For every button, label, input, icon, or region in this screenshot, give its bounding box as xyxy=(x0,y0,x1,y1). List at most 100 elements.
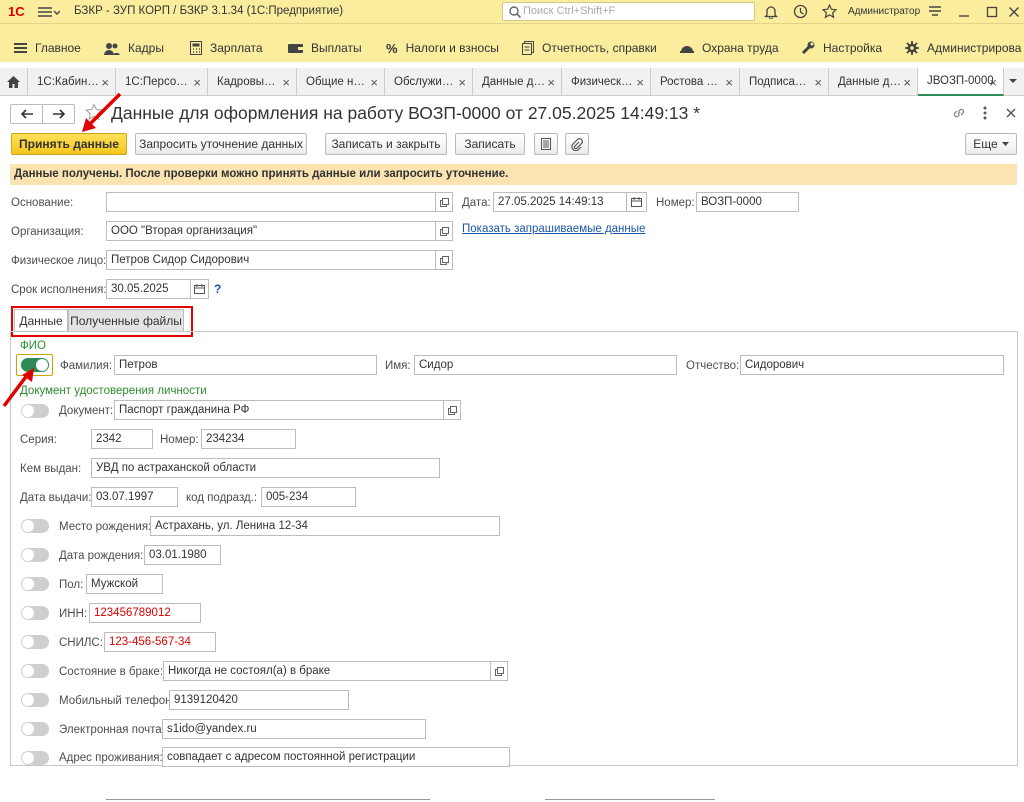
close-tab-icon[interactable]: × xyxy=(725,75,733,90)
more-actions-icon[interactable] xyxy=(983,106,987,120)
print-button[interactable] xyxy=(534,133,558,155)
window-tab[interactable]: Данные д… × xyxy=(829,68,918,96)
close-form-icon[interactable] xyxy=(1006,108,1016,118)
window-tab[interactable]: 1С:Персо… × xyxy=(116,68,208,96)
menu-item-main[interactable]: Главное xyxy=(14,40,81,56)
address-field[interactable]: совпадает с адресом постоянной регистрац… xyxy=(162,747,510,767)
close-tab-icon[interactable]: × xyxy=(101,75,109,90)
inn-field[interactable]: 123456789012 xyxy=(89,603,201,623)
menu-item-taxes[interactable]: % Налоги и взносы xyxy=(386,40,499,56)
save-and-close-button[interactable]: Записать и закрыть xyxy=(325,133,447,155)
close-tab-icon[interactable]: × xyxy=(903,75,911,90)
id-document-accept-toggle[interactable] xyxy=(21,404,49,418)
person-field[interactable]: Петров Сидор Сидорович xyxy=(106,250,436,270)
email-field[interactable]: s1ido@yandex.ru xyxy=(162,719,426,739)
sex-field[interactable]: Мужской xyxy=(86,574,163,594)
maximize-icon[interactable] xyxy=(986,6,998,18)
snils-field[interactable]: 123-456-567-34 xyxy=(104,632,216,652)
menu-item-settings[interactable]: Настройка xyxy=(801,40,882,56)
birthplace-accept-toggle[interactable] xyxy=(21,519,49,533)
marital-accept-toggle[interactable] xyxy=(21,664,49,678)
main-menu-icon[interactable] xyxy=(38,5,60,19)
birthdate-field[interactable]: 03.01.1980 xyxy=(144,545,221,565)
doc-number-field[interactable]: 234234 xyxy=(201,429,296,449)
name-field[interactable]: Сидор xyxy=(414,355,677,375)
menu-item-salary[interactable]: Зарплата xyxy=(190,40,263,56)
issued-by-field[interactable]: УВД по астраханской области xyxy=(91,458,440,478)
due-date-picker-button[interactable] xyxy=(191,279,209,299)
window-tab[interactable]: Ростова … × xyxy=(651,68,740,96)
settings-menu-icon[interactable] xyxy=(928,4,942,18)
close-tab-icon[interactable]: × xyxy=(547,75,555,90)
open-organization-button[interactable] xyxy=(436,221,453,241)
open-basis-button[interactable] xyxy=(436,192,453,212)
due-date-field[interactable]: 30.05.2025 xyxy=(106,279,191,299)
close-tab-icon[interactable]: × xyxy=(814,75,822,90)
surname-field[interactable]: Петров xyxy=(114,355,377,375)
attach-files-button[interactable] xyxy=(565,133,589,155)
window-tab-active[interactable]: ЈВОЗП-0000 × xyxy=(918,68,1004,96)
marital-status-field[interactable]: Никогда не состоял(а) в браке xyxy=(163,661,491,681)
open-marital-status-button[interactable] xyxy=(491,661,508,681)
save-button[interactable]: Записать xyxy=(455,133,525,155)
link-icon[interactable] xyxy=(952,106,966,120)
minimize-icon[interactable] xyxy=(958,6,970,18)
window-tab[interactable]: Подписа… × xyxy=(740,68,829,96)
window-tab[interactable]: Физическ… × xyxy=(562,68,651,96)
more-button[interactable]: Еще xyxy=(965,133,1017,155)
window-tab[interactable]: Данные д… × xyxy=(473,68,562,96)
close-tab-icon[interactable]: × xyxy=(193,75,201,90)
date-field[interactable]: 27.05.2025 14:49:13 xyxy=(493,192,627,212)
close-window-icon[interactable] xyxy=(1008,6,1020,18)
window-tab[interactable]: Кадровы… × xyxy=(208,68,297,96)
bell-icon[interactable] xyxy=(764,4,778,19)
calendar-icon xyxy=(194,284,205,294)
current-user[interactable]: Администратор xyxy=(848,6,920,17)
patronymic-field[interactable]: Сидорович xyxy=(740,355,1004,375)
birthplace-field[interactable]: Астрахань, ул. Ленина 12-34 xyxy=(150,516,500,536)
menu-item-payments[interactable]: Выплаты xyxy=(288,40,362,56)
tabs-dropdown-icon[interactable] xyxy=(1008,77,1018,85)
window-tab[interactable]: Обслужи… × xyxy=(385,68,473,96)
request-clarification-button[interactable]: Запросить уточнение данных xyxy=(135,133,307,155)
back-button[interactable] xyxy=(11,105,43,123)
close-tab-icon[interactable]: × xyxy=(370,75,378,90)
address-accept-toggle[interactable] xyxy=(21,751,49,765)
sex-accept-toggle[interactable] xyxy=(21,577,49,591)
window-tab[interactable]: Общие н… × xyxy=(297,68,385,96)
document-type-field[interactable]: Паспорт гражданина РФ xyxy=(114,400,444,420)
forward-button[interactable] xyxy=(43,105,75,123)
history-icon[interactable] xyxy=(793,4,808,19)
favorites-icon[interactable] xyxy=(822,4,837,19)
series-field[interactable]: 2342 xyxy=(91,429,153,449)
open-person-button[interactable] xyxy=(436,250,453,270)
open-document-type-button[interactable] xyxy=(444,400,461,420)
inn-accept-toggle[interactable] xyxy=(21,606,49,620)
birthdate-accept-toggle[interactable] xyxy=(21,548,49,562)
organization-field[interactable]: ООО "Вторая организация" xyxy=(106,221,436,241)
global-search-input[interactable]: Поиск Ctrl+Shift+F xyxy=(502,2,755,21)
home-tab[interactable] xyxy=(0,68,28,96)
menu-item-labor-safety[interactable]: Охрана труда xyxy=(680,40,779,56)
close-tab-icon[interactable]: × xyxy=(458,75,466,90)
tab-received-files[interactable]: Полученные файлы xyxy=(68,309,184,332)
phone-accept-toggle[interactable] xyxy=(21,693,49,707)
number-field[interactable]: ВОЗП-0000 xyxy=(696,192,799,212)
issue-date-field[interactable]: 03.07.1997 xyxy=(91,487,178,507)
date-picker-button[interactable] xyxy=(627,192,647,212)
menu-item-reports[interactable]: Отчетность, справки xyxy=(522,40,657,56)
snils-accept-toggle[interactable] xyxy=(21,635,49,649)
close-tab-icon[interactable]: × xyxy=(989,75,997,90)
close-tab-icon[interactable]: × xyxy=(282,75,290,90)
menu-item-personnel[interactable]: Кадры xyxy=(104,40,164,56)
menu-item-administration[interactable]: Администрирова xyxy=(905,40,1021,56)
dept-code-field[interactable]: 005-234 xyxy=(261,487,356,507)
close-tab-icon[interactable]: × xyxy=(636,75,644,90)
basis-field[interactable] xyxy=(106,192,436,212)
email-accept-toggle[interactable] xyxy=(21,722,49,736)
show-requested-data-link[interactable]: Показать запрашиваемые данные xyxy=(462,223,645,235)
phone-field[interactable]: 9139120420 xyxy=(169,690,349,710)
help-icon[interactable]: ? xyxy=(214,282,221,296)
accept-data-button[interactable]: Принять данные xyxy=(11,133,127,155)
tab-data[interactable]: Данные xyxy=(14,309,68,332)
